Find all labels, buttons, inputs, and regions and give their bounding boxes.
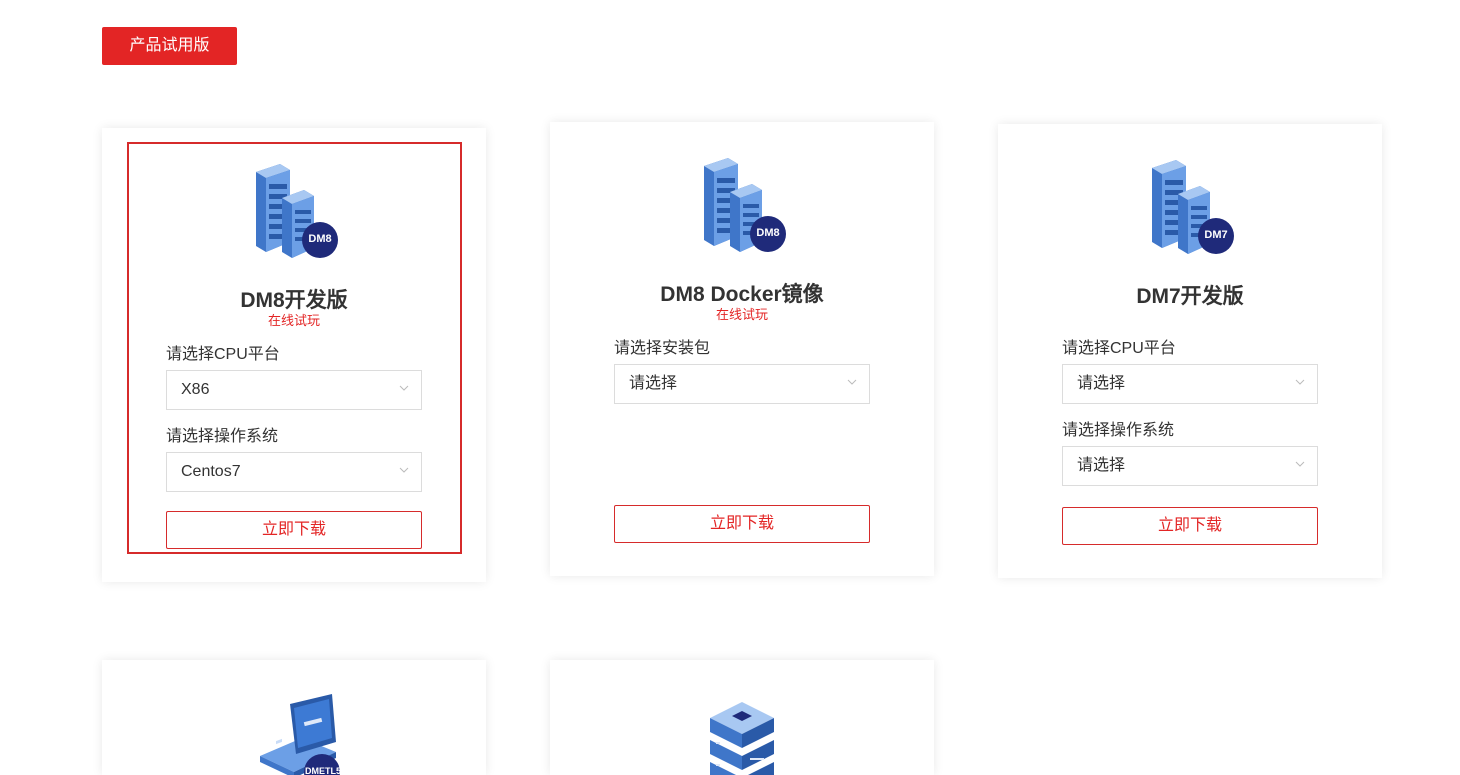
chevron-down-icon bbox=[399, 385, 409, 391]
package-select[interactable]: 请选择 bbox=[614, 364, 870, 404]
chevron-down-icon bbox=[399, 467, 409, 473]
download-button[interactable]: 立即下载 bbox=[1062, 507, 1318, 545]
select-value: 请选择 bbox=[629, 375, 678, 392]
chevron-down-icon bbox=[847, 379, 857, 385]
server-stack-icon bbox=[694, 698, 790, 775]
badge-label: DM8 bbox=[308, 233, 332, 245]
cpu-platform-select[interactable]: 请选择 bbox=[1062, 364, 1318, 404]
download-button[interactable]: 立即下载 bbox=[166, 511, 422, 549]
laptop-icon: DMETL5 bbox=[246, 692, 342, 775]
online-trial-link[interactable]: 在线试玩 bbox=[102, 310, 486, 329]
os-select[interactable]: 请选择 bbox=[1062, 446, 1318, 486]
os-label: 请选择操作系统 bbox=[166, 428, 279, 445]
product-card-dm8-dev: DM8 DM8开发版 在线试玩 请选择CPU平台 X86 请选择操作系统 Cen… bbox=[102, 128, 486, 582]
product-card-5 bbox=[550, 660, 934, 775]
select-value: 请选择 bbox=[1077, 457, 1126, 474]
badge-label: DM7 bbox=[1204, 229, 1228, 241]
product-trial-tag[interactable]: 产品试用版 bbox=[102, 27, 237, 65]
server-icon: DM8 bbox=[694, 154, 790, 254]
badge-label: DM8 bbox=[756, 227, 780, 239]
chevron-down-icon bbox=[1295, 379, 1305, 385]
download-button[interactable]: 立即下载 bbox=[614, 505, 870, 543]
cpu-platform-label: 请选择CPU平台 bbox=[166, 346, 280, 363]
os-label: 请选择操作系统 bbox=[1062, 422, 1175, 439]
cpu-platform-label: 请选择CPU平台 bbox=[1062, 340, 1176, 357]
os-select[interactable]: Centos7 bbox=[166, 452, 422, 492]
cpu-platform-select[interactable]: X86 bbox=[166, 370, 422, 410]
card-title: DM7开发版 bbox=[1136, 285, 1244, 308]
product-card-dmetl5: DMETL5 bbox=[102, 660, 486, 775]
chevron-down-icon bbox=[1295, 461, 1305, 467]
server-icon: DM7 bbox=[1142, 156, 1238, 256]
select-value: X86 bbox=[181, 381, 210, 398]
product-card-dm8-docker: DM8 DM8 Docker镜像 在线试玩 请选择安装包 请选择 立即下载 bbox=[550, 122, 934, 576]
select-value: Centos7 bbox=[181, 463, 241, 480]
badge-label: DMETL5 bbox=[305, 766, 341, 775]
server-icon: DM8 bbox=[246, 160, 342, 260]
product-card-dm7-dev: DM7 DM7开发版 请选择CPU平台 请选择 请选择操作系统 请选择 立即下载 bbox=[998, 124, 1382, 578]
select-value: 请选择 bbox=[1077, 375, 1126, 392]
online-trial-link[interactable]: 在线试玩 bbox=[550, 304, 934, 323]
package-label: 请选择安装包 bbox=[614, 340, 711, 357]
